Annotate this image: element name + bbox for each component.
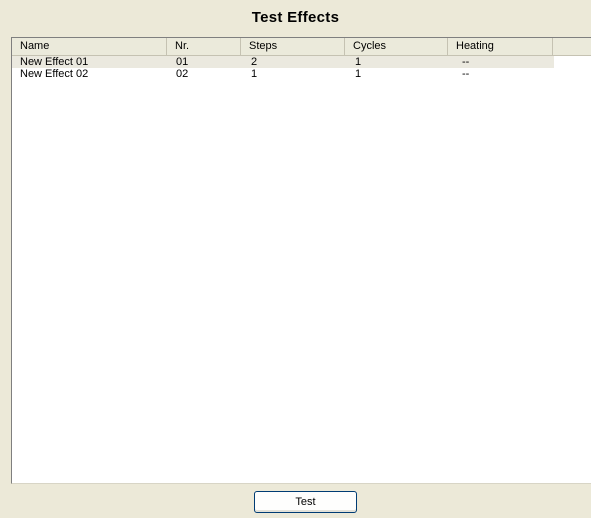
cell-heating: --: [462, 68, 470, 80]
effects-list[interactable]: Name Nr. Steps Cycles Heating New Effect…: [11, 37, 591, 484]
column-header-name[interactable]: Name: [12, 38, 167, 55]
column-header-steps[interactable]: Steps: [241, 38, 345, 55]
column-header-cycles[interactable]: Cycles: [345, 38, 448, 55]
cell-name: New Effect 01: [20, 56, 89, 68]
cell-nr: 02: [176, 68, 189, 80]
cell-cycles: 1: [355, 68, 362, 80]
cell-steps: 2: [251, 56, 258, 68]
cell-heating: --: [462, 56, 470, 68]
cell-steps: 1: [251, 68, 258, 80]
cell-name: New Effect 02: [20, 68, 89, 80]
test-button[interactable]: Test: [254, 491, 357, 513]
test-effects-window: Test Effects Name Nr. Steps Cycles Heati…: [0, 0, 591, 518]
column-header-nr[interactable]: Nr.: [167, 38, 241, 55]
list-row[interactable]: New Effect 01 01 2 1 --: [12, 56, 554, 68]
cell-cycles: 1: [355, 56, 362, 68]
list-row[interactable]: New Effect 02 02 1 1 --: [12, 68, 591, 80]
cell-nr: 01: [176, 56, 189, 68]
window-title: Test Effects: [251, 9, 340, 26]
list-header: Name Nr. Steps Cycles Heating: [12, 38, 591, 56]
column-header-heating[interactable]: Heating: [448, 38, 553, 55]
